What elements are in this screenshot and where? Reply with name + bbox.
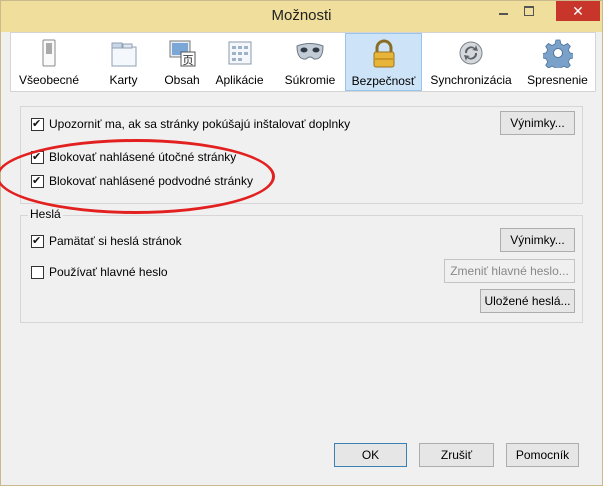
minimize-icon (499, 13, 508, 15)
minimize-button[interactable] (490, 1, 516, 21)
tab-sync[interactable]: Synchronizácia (422, 33, 520, 91)
maximize-icon (524, 6, 534, 16)
passwords-legend: Heslá (28, 207, 63, 221)
tab-label: Bezpečnosť (351, 74, 416, 88)
change-master-password-button[interactable]: Zmeniť hlavné heslo... (444, 259, 575, 283)
help-button[interactable]: Pomocník (506, 443, 579, 467)
tab-label: Všeobecné (18, 73, 80, 87)
block-attack-checkbox[interactable] (31, 149, 44, 165)
tab-label: Aplikácie (215, 73, 264, 87)
tab-content[interactable]: 页 Obsah (160, 33, 204, 91)
warn-addons-checkbox[interactable] (31, 116, 44, 132)
tab-label: Obsah (164, 73, 200, 87)
remember-passwords-label: Pamätať si heslá stránok (49, 234, 182, 248)
tab-general[interactable]: Všeobecné (11, 33, 87, 91)
block-forgery-checkbox[interactable] (31, 173, 44, 189)
master-password-checkbox[interactable] (31, 266, 44, 279)
close-button[interactable]: ✕ (556, 1, 600, 21)
content-icon: 页 (169, 40, 196, 67)
privacy-mask-icon (296, 43, 324, 60)
block-attack-label: Blokovať nahlásené útočné stránky (49, 150, 237, 164)
options-window: Možnosti ✕ Všeobecné Karty 页 Obsah Aplik… (0, 0, 603, 486)
tab-tabs[interactable]: Karty (87, 33, 160, 91)
ok-button[interactable]: OK (334, 443, 407, 467)
options-toolbar: Všeobecné Karty 页 Obsah Aplikácie Súkrom… (10, 32, 596, 92)
gear-icon (542, 39, 573, 68)
remember-passwords-checkbox[interactable] (31, 233, 44, 249)
tab-applications[interactable]: Aplikácie (204, 33, 275, 91)
close-icon: ✕ (572, 3, 584, 19)
padlock-icon (373, 39, 394, 68)
applications-icon (228, 41, 251, 65)
tabs-icon (111, 42, 136, 67)
sync-icon (459, 41, 483, 65)
tab-label: Súkromie (284, 73, 336, 87)
tab-privacy[interactable]: Súkromie (275, 33, 345, 91)
passwords-exceptions-button[interactable]: Výnimky... (500, 228, 575, 252)
tab-label: Spresnenie (527, 73, 588, 87)
maximize-button[interactable] (516, 1, 542, 21)
switch-icon (42, 39, 56, 67)
svg-text:页: 页 (183, 55, 194, 67)
tab-security[interactable]: Bezpečnosť (345, 33, 422, 91)
tab-label: Karty (109, 73, 138, 87)
addons-exceptions-button[interactable]: Výnimky... (500, 111, 575, 135)
tab-label: Synchronizácia (430, 73, 512, 87)
titlebar[interactable]: Možnosti ✕ (1, 1, 602, 32)
warn-addons-label: Upozorniť ma, ak sa stránky pokúšajú inš… (49, 117, 351, 131)
block-forgery-label: Blokovať nahlásené podvodné stránky (49, 174, 253, 188)
cancel-button[interactable]: Zrušiť (419, 443, 494, 467)
saved-passwords-button[interactable]: Uložené heslá... (480, 289, 575, 313)
security-panel: Upozorniť ma, ak sa stránky pokúšajú inš… (10, 96, 594, 434)
tab-advanced[interactable]: Spresnenie (520, 33, 595, 91)
master-password-label: Používať hlavné heslo (49, 265, 168, 279)
